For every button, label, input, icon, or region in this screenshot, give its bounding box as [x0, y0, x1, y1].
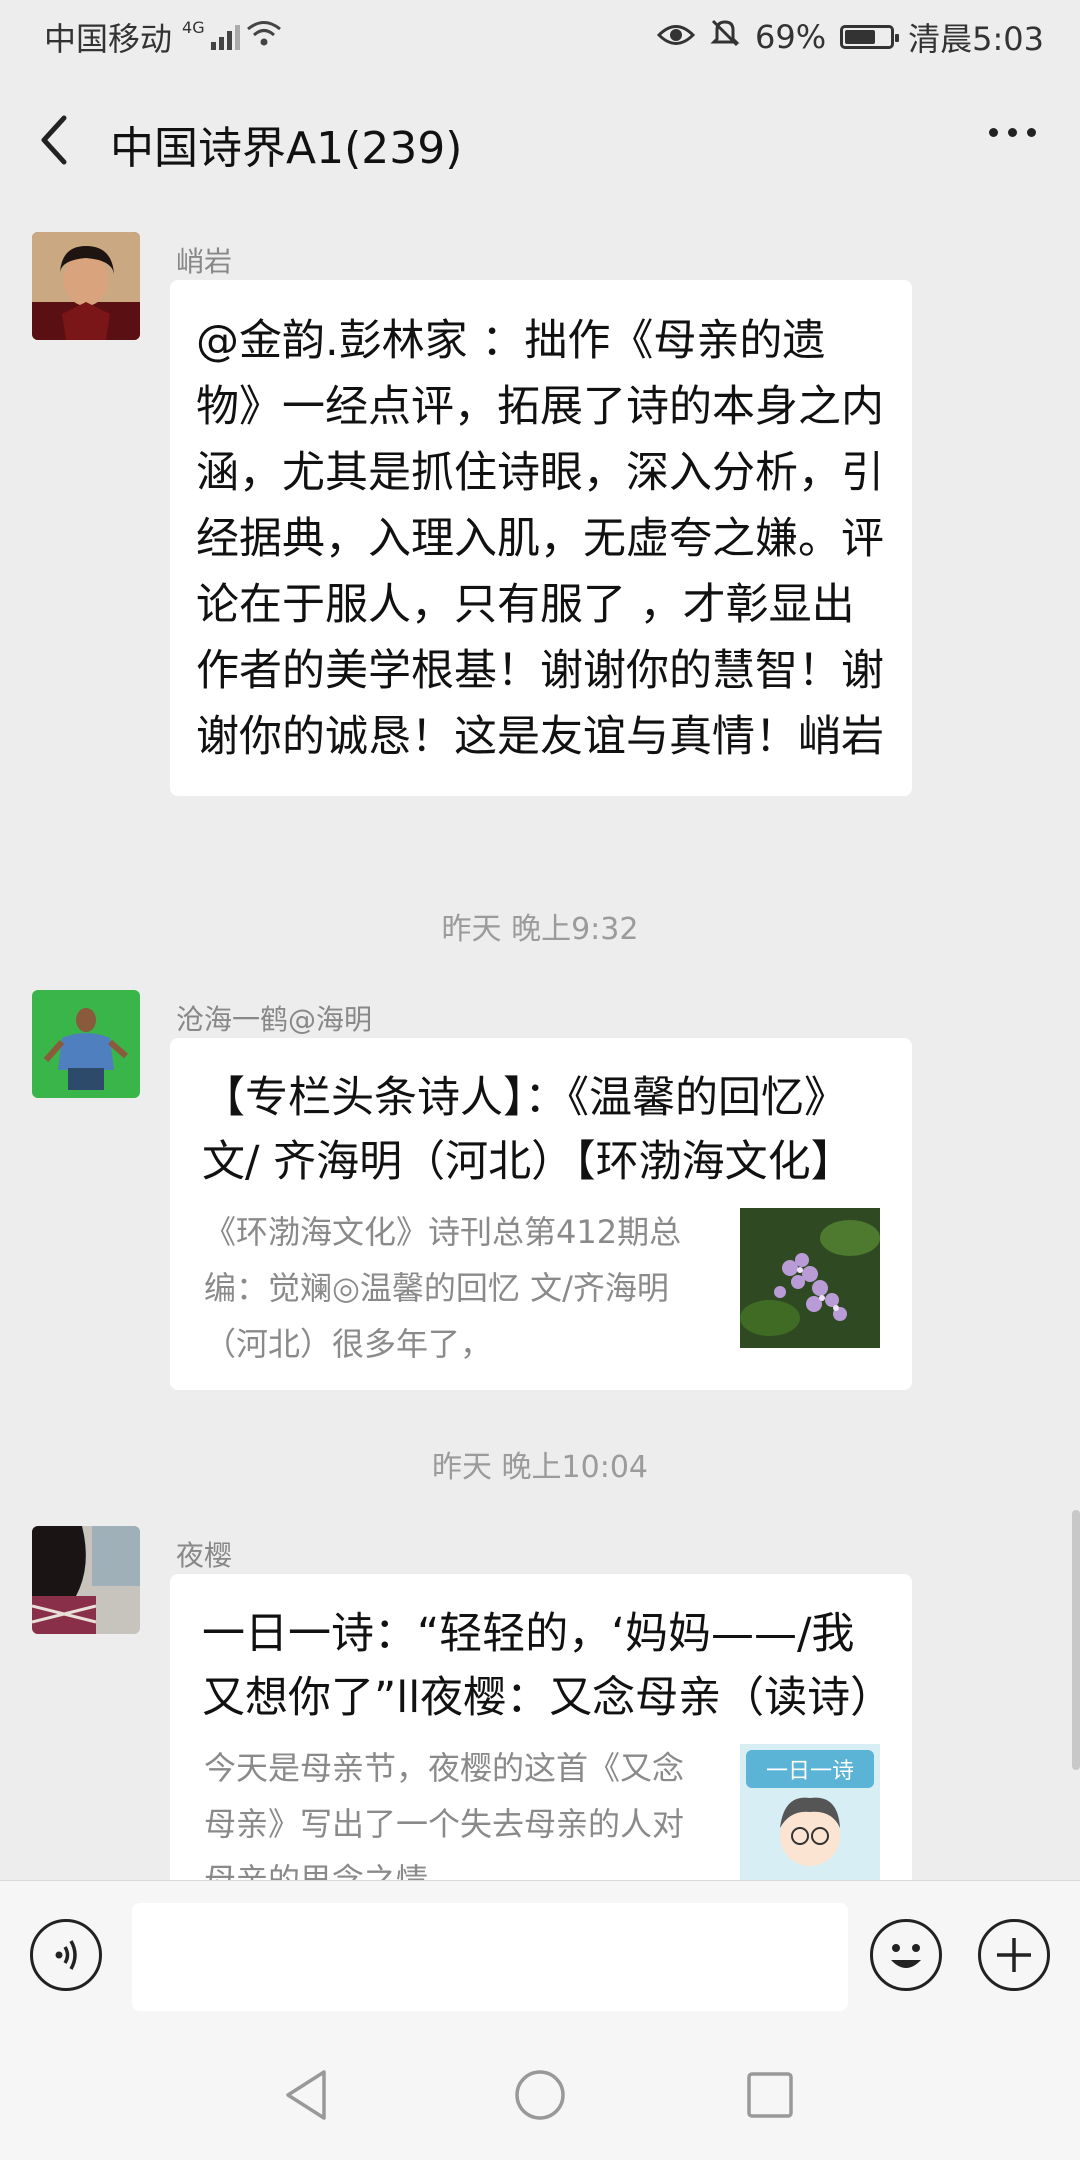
link-thumbnail: 一日一诗: [740, 1744, 880, 1880]
system-navigation-bar: [0, 2030, 1080, 2160]
chevron-left-icon: [41, 115, 67, 165]
eye-icon: [656, 18, 696, 56]
chat-title: 中国诗界A1(239): [110, 123, 463, 174]
link-title: 【专栏头条诗人】：《温馨的回忆》文/ 齐海明（河北）【环渤海文化】: [202, 1073, 854, 1187]
smiley-icon: [891, 1944, 921, 1968]
clock: 清晨5:03: [908, 20, 1044, 58]
dot-icon: [989, 128, 998, 137]
link-description: 《环渤海文化》诗刊总第412期总编：觉斓◎温馨的回忆 文/齐海明（河北）很多年了…: [204, 1213, 682, 1363]
link-card[interactable]: 一日一诗：“轻轻的，‘妈妈——/我又想你了”ll夜樱：又念母亲（读诗） 今天是母…: [170, 1574, 912, 1880]
network-type: 4G: [182, 17, 205, 37]
more-options-button[interactable]: [989, 128, 1036, 137]
signal-icon: [210, 24, 240, 50]
back-button[interactable]: [30, 108, 80, 172]
voice-input-button[interactable]: [30, 1919, 102, 1991]
chat-header: 中国诗界A1(239): [0, 70, 1080, 210]
wifi-icon: [246, 18, 282, 56]
battery-percent: 69%: [755, 18, 827, 56]
sender-name: 沧海一鹤@海明: [176, 1003, 373, 1036]
nav-home-button[interactable]: [505, 2060, 575, 2130]
avatar[interactable]: [32, 990, 140, 1098]
nav-recents-button[interactable]: [735, 2060, 805, 2130]
mute-bell-icon: [709, 17, 741, 57]
battery-icon: [840, 25, 900, 49]
thumbnail-caption: 一日一诗: [766, 1759, 854, 1784]
emoji-button[interactable]: [870, 1919, 942, 1991]
scrollbar[interactable]: [1072, 1510, 1080, 1770]
link-description: 今天是母亲节，夜樱的这首《又念母亲》写出了一个失去母亲的人对母亲的思念之情: [204, 1749, 685, 1880]
sender-name: 峭岩: [176, 245, 233, 278]
avatar[interactable]: [32, 1526, 140, 1634]
dot-icon: [1027, 128, 1036, 137]
square-recents-icon: [747, 2072, 793, 2118]
more-functions-button[interactable]: [978, 1919, 1050, 1991]
dot-icon: [1008, 128, 1017, 137]
circle-home-icon: [515, 2070, 565, 2120]
timestamp: 昨天 晚上10:04: [432, 1450, 648, 1485]
sender-name: 夜樱: [176, 1539, 233, 1572]
nav-back-button[interactable]: [272, 2060, 342, 2130]
link-card[interactable]: 【专栏头条诗人】：《温馨的回忆》文/ 齐海明（河北）【环渤海文化】 《环渤海文化…: [170, 1038, 912, 1390]
input-bar: [0, 1880, 1080, 2031]
link-thumbnail: [740, 1208, 880, 1348]
message-input[interactable]: [132, 1903, 848, 2011]
message-bubble[interactable]: @金韵.彭林家 ：拙作《母亲的遗物》一经点评，拓展了诗的本身之内涵，尤其是抓住诗…: [170, 280, 912, 796]
carrier-name: 中国移动: [44, 20, 173, 58]
voice-icon: [55, 1940, 77, 1970]
timestamp: 昨天 晚上9:32: [441, 912, 639, 947]
avatar[interactable]: [32, 232, 140, 340]
plus-icon: [997, 1938, 1031, 1972]
battery-level-fill: [845, 30, 876, 44]
link-title: 一日一诗：“轻轻的，‘妈妈——/我又想你了”ll夜樱：又念母亲（读诗）: [202, 1609, 894, 1723]
status-bar: 中国移动 4G 69% 清晨5:03: [0, 0, 1080, 70]
triangle-back-icon: [286, 2070, 326, 2120]
message-list[interactable]: 峭岩 @金韵.彭林家 ：拙作《母亲的遗物》一经点评，拓展了诗的本身之内涵，尤其是…: [0, 210, 1080, 1880]
